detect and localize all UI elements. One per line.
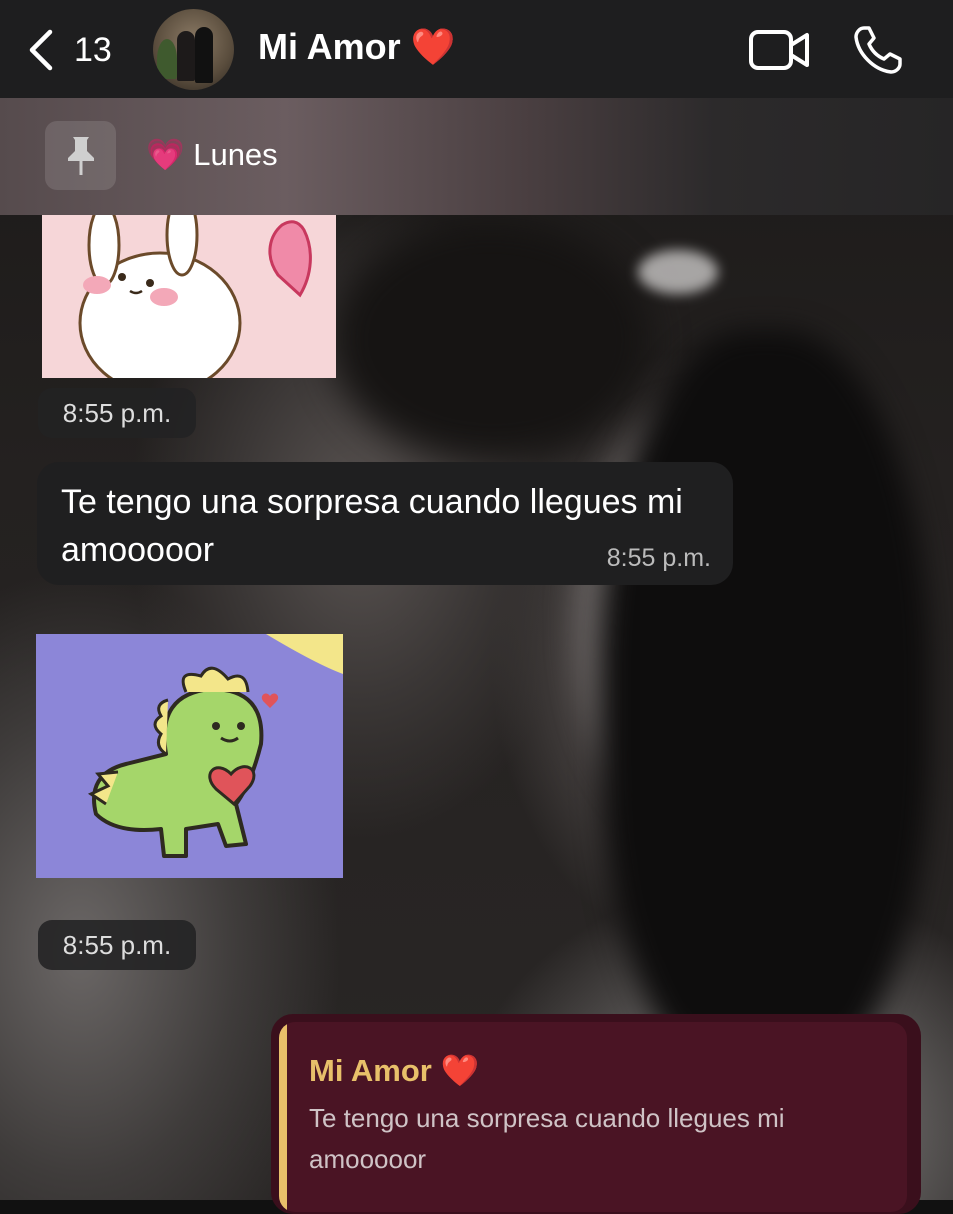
outgoing-reply-bubble[interactable]: Mi Amor ❤️ Te tengo una sorpresa cuando … bbox=[271, 1014, 921, 1214]
wallpaper-shape bbox=[638, 250, 718, 294]
video-camera-icon bbox=[749, 30, 809, 70]
chat-header: 13 Mi Amor ❤️ bbox=[0, 0, 953, 98]
contact-name[interactable]: Mi Amor ❤️ bbox=[258, 26, 456, 68]
incoming-message-bubble[interactable]: Te tengo una sorpresa cuando llegues mi … bbox=[37, 462, 733, 585]
pin-button[interactable] bbox=[45, 121, 116, 190]
bunny-illustration bbox=[42, 215, 336, 378]
bunny-sticker[interactable] bbox=[42, 215, 336, 378]
pin-icon bbox=[67, 136, 94, 175]
wallpaper-shape bbox=[600, 330, 930, 1090]
avatar-detail bbox=[177, 31, 195, 81]
back-button[interactable]: 13 bbox=[26, 24, 136, 76]
avatar[interactable] bbox=[153, 9, 234, 90]
voice-call-button[interactable] bbox=[852, 24, 904, 76]
dinosaur-sticker[interactable] bbox=[36, 634, 343, 878]
unread-count: 13 bbox=[74, 30, 112, 69]
phone-icon bbox=[854, 26, 902, 74]
message-time: 8:55 p.m. bbox=[606, 544, 711, 572]
timestamp-pill: 8:55 p.m. bbox=[38, 388, 196, 438]
avatar-detail bbox=[157, 39, 177, 79]
dinosaur-illustration bbox=[36, 634, 343, 878]
quoted-sender-name: Mi Amor ❤️ bbox=[309, 1053, 480, 1088]
quoted-message[interactable]: Mi Amor ❤️ Te tengo una sorpresa cuando … bbox=[279, 1022, 907, 1212]
quote-accent-bar bbox=[279, 1022, 287, 1212]
pinned-message-bar[interactable]: 💗 Lunes bbox=[0, 98, 953, 215]
video-call-button[interactable] bbox=[748, 28, 812, 72]
pinned-message-text: 💗 Lunes bbox=[146, 137, 278, 172]
timestamp-pill: 8:55 p.m. bbox=[38, 920, 196, 970]
wallpaper-shape bbox=[330, 220, 650, 460]
avatar-detail bbox=[195, 27, 213, 83]
quoted-message-text: Te tengo una sorpresa cuando llegues mi … bbox=[309, 1103, 785, 1174]
chevron-left-icon bbox=[29, 29, 53, 71]
